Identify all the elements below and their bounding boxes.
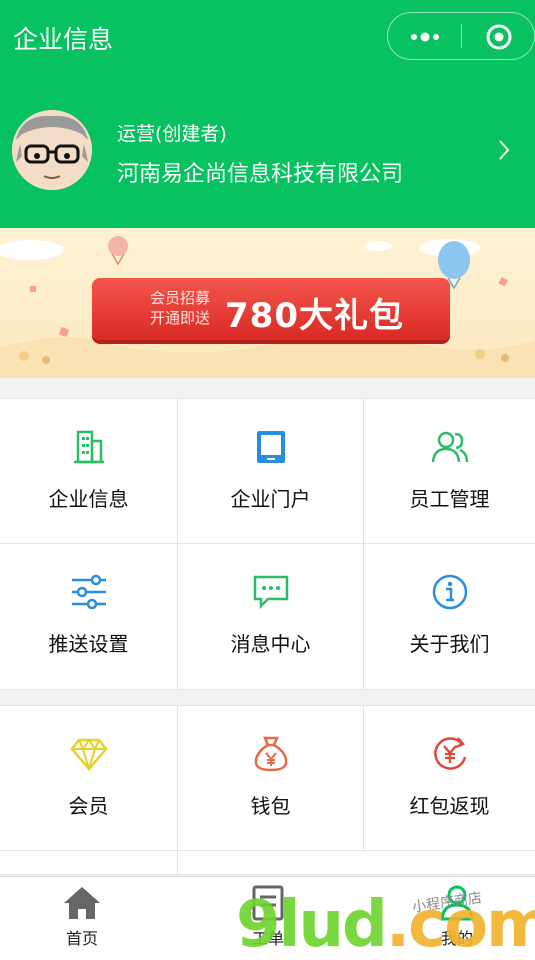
watermark-brand: 9lud — [236, 888, 388, 960]
menu-label: 企业门户 — [230, 487, 311, 511]
menu-item-member[interactable]: 会员 — [0, 706, 178, 851]
menu-item-empty — [0, 851, 178, 876]
menu-grid-main: 企业信息 企业门户 员工管理 推送设置 消息中心 关于我们 — [0, 398, 535, 690]
close-target-icon — [486, 24, 512, 50]
home-icon — [22, 885, 142, 921]
tab-home[interactable]: 首页 — [22, 885, 142, 955]
users-icon — [430, 427, 470, 467]
close-button[interactable] — [462, 13, 534, 59]
menu-label: 推送设置 — [48, 632, 129, 656]
company-name[interactable]: 河南易企尚信息科技有限公司 — [117, 156, 403, 188]
page-title: 企业信息 — [13, 25, 114, 54]
promo-banner[interactable]: 会员招募 开通即送 780大礼包 — [0, 228, 535, 378]
user-role: 运营(创建者) — [117, 123, 227, 145]
chevron-right-icon[interactable] — [497, 138, 511, 162]
menu-label: 会员 — [68, 794, 109, 818]
menu-grid-finance: 会员 钱包 红包返现 — [0, 705, 535, 876]
tab-label: 首页 — [65, 929, 98, 948]
menu-label: 企业信息 — [48, 487, 129, 511]
header: 企业信息 运营(创建者) 河南易企尚信息科技有限公司 — [0, 0, 535, 228]
more-button[interactable] — [388, 13, 462, 59]
menu-item-wallet[interactable]: 钱包 — [178, 706, 364, 851]
sliders-icon — [69, 572, 109, 612]
money-bag-icon — [251, 734, 291, 774]
menu-label: 钱包 — [250, 794, 291, 818]
tablet-icon — [251, 427, 291, 467]
menu-item-cashback[interactable]: 红包返现 — [364, 706, 535, 851]
menu-item-empty — [178, 851, 364, 876]
cartoon-face-icon — [12, 110, 92, 190]
promo-headline: 780大礼包 — [225, 296, 404, 336]
building-icon — [69, 427, 109, 467]
promo-line-2: 开通即送 — [149, 309, 210, 327]
menu-item-staff[interactable]: 员工管理 — [364, 399, 535, 544]
menu-item-messages[interactable]: 消息中心 — [178, 544, 364, 689]
menu-item-company-portal[interactable]: 企业门户 — [178, 399, 364, 544]
menu-label: 员工管理 — [409, 487, 490, 511]
promo-subtext: 会员招募 开通即送 — [140, 288, 220, 328]
menu-label: 红包返现 — [409, 794, 490, 818]
menu-item-push-settings[interactable]: 推送设置 — [0, 544, 178, 689]
watermark-logo: 9lud.com — [236, 888, 535, 960]
promo-line-1: 会员招募 — [149, 289, 210, 307]
menu-item-about[interactable]: 关于我们 — [364, 544, 535, 689]
menu-item-company-info[interactable]: 企业信息 — [0, 399, 178, 544]
diamond-icon — [69, 734, 109, 774]
menu-label: 关于我们 — [409, 632, 490, 656]
message-icon — [251, 572, 291, 612]
miniprogram-capsule — [387, 12, 535, 60]
yen-return-icon — [430, 734, 470, 774]
avatar[interactable] — [12, 110, 92, 190]
menu-label: 消息中心 — [230, 632, 311, 656]
info-icon — [430, 572, 470, 612]
more-dots-icon — [411, 32, 439, 42]
promo-button[interactable]: 会员招募 开通即送 780大礼包 — [92, 278, 450, 340]
